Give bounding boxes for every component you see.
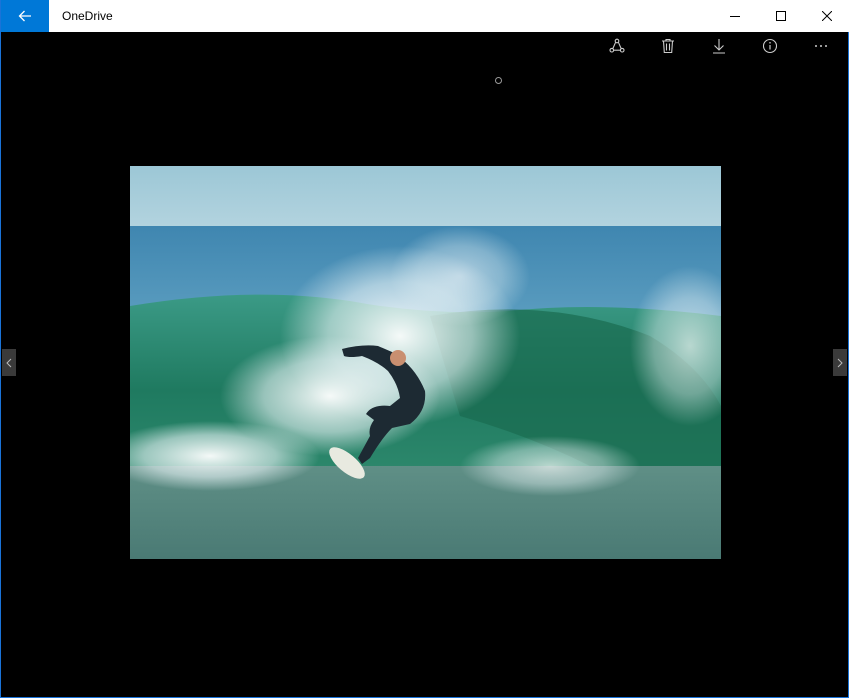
delete-button[interactable] (642, 32, 693, 60)
download-icon (712, 39, 725, 54)
page-indicator-dot (495, 77, 502, 84)
maximize-button[interactable] (758, 0, 804, 32)
chevron-left-icon (6, 358, 12, 367)
back-button[interactable] (1, 0, 49, 32)
close-icon (822, 11, 832, 21)
chevron-right-icon (837, 358, 843, 367)
delete-icon (661, 38, 674, 54)
window-controls (712, 0, 849, 32)
viewer-toolbar (591, 32, 846, 60)
info-button[interactable] (744, 32, 795, 60)
app-window: OneDrive (0, 0, 849, 698)
minimize-button[interactable] (712, 0, 758, 32)
close-button[interactable] (804, 0, 849, 32)
app-title: OneDrive (62, 9, 113, 23)
more-icon (814, 45, 827, 47)
maximize-icon (776, 11, 786, 21)
download-button[interactable] (693, 32, 744, 60)
minimize-icon (730, 16, 740, 17)
share-button[interactable] (591, 32, 642, 60)
next-photo-button[interactable] (833, 349, 847, 376)
title-bar: OneDrive (1, 0, 849, 32)
previous-photo-button[interactable] (2, 349, 16, 376)
more-button[interactable] (795, 32, 846, 60)
info-icon (762, 38, 777, 54)
arrow-left-icon (18, 10, 31, 22)
surfer-photo (130, 166, 721, 559)
share-icon (608, 38, 625, 53)
